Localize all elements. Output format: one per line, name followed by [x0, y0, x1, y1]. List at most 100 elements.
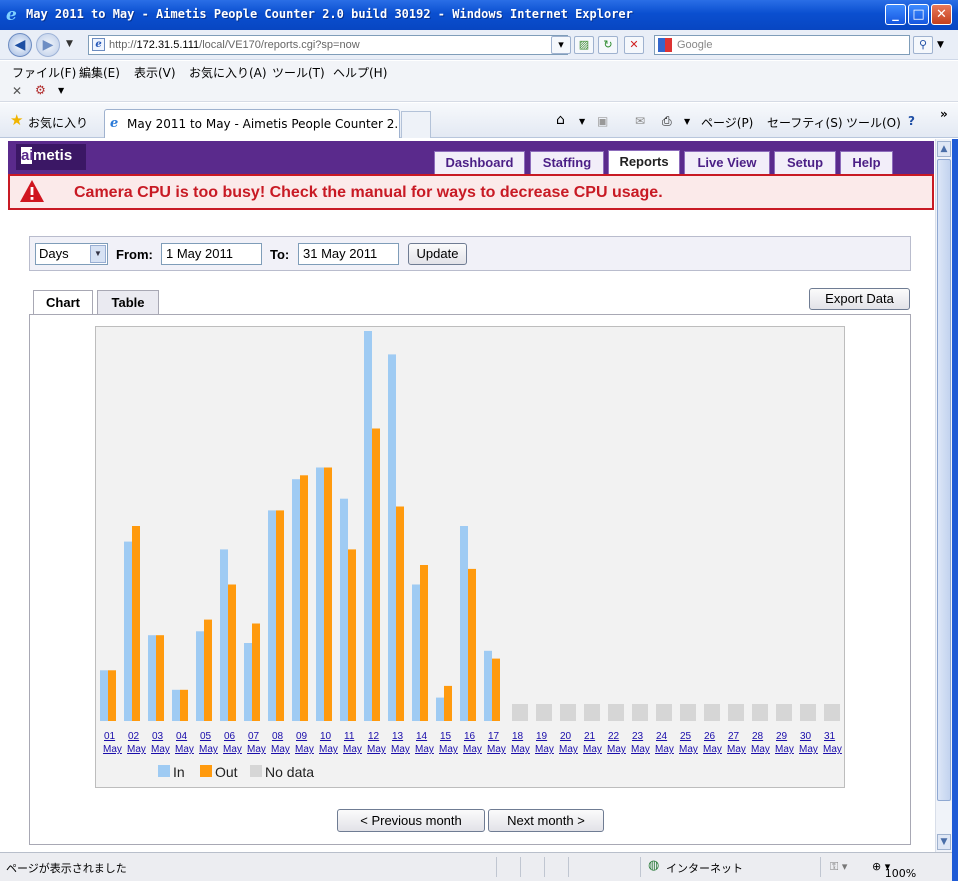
- from-date-input[interactable]: 1 May 2011: [161, 243, 262, 265]
- day-link-month[interactable]: May: [175, 744, 194, 755]
- day-link-number[interactable]: 18: [512, 731, 524, 742]
- day-link-number[interactable]: 29: [776, 731, 788, 742]
- tools-menu[interactable]: ツール(O): [846, 114, 901, 131]
- day-link-number[interactable]: 13: [392, 731, 404, 742]
- zoom-level[interactable]: ⊕ 100% ▾: [872, 860, 916, 880]
- history-dropdown-icon[interactable]: ▼: [66, 39, 73, 49]
- day-link-month[interactable]: May: [703, 744, 722, 755]
- day-link-number[interactable]: 24: [656, 731, 668, 742]
- home-icon[interactable]: ⌂: [556, 112, 565, 128]
- menu-view[interactable]: 表示(V): [134, 64, 176, 81]
- menu-tools[interactable]: ツール(T): [272, 64, 325, 81]
- day-link-month[interactable]: May: [655, 744, 674, 755]
- day-link-month[interactable]: May: [439, 744, 458, 755]
- day-link-month[interactable]: May: [223, 744, 242, 755]
- export-data-button[interactable]: Export Data: [809, 288, 910, 310]
- day-link-number[interactable]: 25: [680, 731, 692, 742]
- to-date-input[interactable]: 31 May 2011: [298, 243, 399, 265]
- day-link-number[interactable]: 14: [416, 731, 428, 742]
- scroll-down-icon[interactable]: ▼: [937, 834, 951, 850]
- day-link-number[interactable]: 27: [728, 731, 740, 742]
- day-link-number[interactable]: 17: [488, 731, 500, 742]
- menu-favorites[interactable]: お気に入り(A): [189, 64, 267, 81]
- day-link-month[interactable]: May: [367, 744, 386, 755]
- nav-dashboard[interactable]: Dashboard: [434, 151, 525, 174]
- day-link-month[interactable]: May: [271, 744, 290, 755]
- day-link-month[interactable]: May: [127, 744, 146, 755]
- update-button[interactable]: Update: [408, 243, 467, 265]
- day-link-month[interactable]: May: [583, 744, 602, 755]
- day-link-number[interactable]: 10: [320, 731, 332, 742]
- favorites-button[interactable]: お気に入り: [28, 114, 88, 131]
- day-link-number[interactable]: 09: [296, 731, 308, 742]
- scroll-thumb[interactable]: [937, 159, 951, 801]
- nav-live-view[interactable]: Live View: [684, 151, 770, 174]
- search-options-icon[interactable]: ▼: [937, 40, 944, 50]
- day-link-number[interactable]: 01: [104, 731, 116, 742]
- day-link-number[interactable]: 22: [608, 731, 620, 742]
- day-link-month[interactable]: May: [295, 744, 314, 755]
- day-link-number[interactable]: 02: [128, 731, 140, 742]
- day-link-number[interactable]: 31: [824, 731, 836, 742]
- more-commands-icon[interactable]: »: [940, 107, 948, 121]
- day-link-month[interactable]: May: [319, 744, 338, 755]
- day-link-month[interactable]: May: [415, 744, 434, 755]
- addon-icon[interactable]: ⚙: [35, 83, 46, 97]
- day-link-number[interactable]: 15: [440, 731, 452, 742]
- day-link-number[interactable]: 04: [176, 731, 188, 742]
- safety-menu[interactable]: セーフティ(S): [767, 114, 843, 131]
- menu-file[interactable]: ファイル(F): [12, 64, 76, 81]
- day-link-month[interactable]: May: [799, 744, 818, 755]
- maximize-button[interactable]: □: [908, 4, 929, 25]
- day-link-month[interactable]: May: [535, 744, 554, 755]
- page-menu[interactable]: ページ(P): [701, 114, 753, 131]
- minimize-button[interactable]: _: [885, 4, 906, 25]
- day-link-number[interactable]: 26: [704, 731, 716, 742]
- day-link-month[interactable]: May: [343, 744, 362, 755]
- print-icon[interactable]: ⎙: [662, 114, 672, 129]
- feeds-icon[interactable]: ▣: [597, 114, 608, 128]
- day-link-number[interactable]: 23: [632, 731, 644, 742]
- day-link-month[interactable]: May: [103, 744, 122, 755]
- next-month-button[interactable]: Next month >: [488, 809, 604, 832]
- scroll-up-icon[interactable]: ▲: [937, 141, 951, 157]
- day-link-month[interactable]: May: [559, 744, 578, 755]
- protected-mode-icon[interactable]: ⚿ ▾: [830, 860, 847, 874]
- forward-button[interactable]: ▶: [36, 33, 60, 57]
- nav-help[interactable]: Help: [840, 151, 893, 174]
- day-link-month[interactable]: May: [775, 744, 794, 755]
- search-input[interactable]: Google: [654, 35, 910, 55]
- day-link-number[interactable]: 20: [560, 731, 572, 742]
- day-link-number[interactable]: 03: [152, 731, 164, 742]
- day-link-month[interactable]: May: [511, 744, 530, 755]
- address-input[interactable]: e http://172.31.5.111/local/VE170/report…: [88, 35, 568, 55]
- day-link-number[interactable]: 28: [752, 731, 764, 742]
- day-link-month[interactable]: May: [751, 744, 770, 755]
- day-link-month[interactable]: May: [391, 744, 410, 755]
- compatibility-view-button[interactable]: ▨: [574, 36, 594, 54]
- day-link-month[interactable]: May: [247, 744, 266, 755]
- day-link-month[interactable]: May: [607, 744, 626, 755]
- day-link-month[interactable]: May: [727, 744, 746, 755]
- day-link-month[interactable]: May: [151, 744, 170, 755]
- back-button[interactable]: ◀: [8, 33, 32, 57]
- browser-tab-active[interactable]: e May 2011 to May - Aimetis People Count…: [104, 109, 400, 138]
- close-button[interactable]: ✕: [931, 4, 952, 25]
- day-link-number[interactable]: 08: [272, 731, 284, 742]
- print-dropdown-icon[interactable]: ▼: [684, 117, 690, 126]
- day-link-number[interactable]: 11: [344, 731, 355, 742]
- day-link-month[interactable]: May: [679, 744, 698, 755]
- tab-table[interactable]: Table: [97, 290, 159, 315]
- new-tab-button[interactable]: [401, 111, 431, 138]
- granularity-select[interactable]: Days ▼: [35, 243, 108, 265]
- day-link-number[interactable]: 19: [536, 731, 548, 742]
- tab-chart[interactable]: Chart: [33, 290, 93, 316]
- help-icon[interactable]: ?: [908, 114, 915, 128]
- home-dropdown-icon[interactable]: ▼: [579, 117, 585, 126]
- mail-icon[interactable]: ✉: [635, 114, 645, 128]
- menu-help[interactable]: ヘルプ(H): [333, 64, 387, 81]
- day-link-number[interactable]: 30: [800, 731, 812, 742]
- day-link-month[interactable]: May: [487, 744, 506, 755]
- refresh-button[interactable]: ↻: [598, 36, 618, 54]
- address-dropdown-button[interactable]: ▾: [551, 36, 571, 54]
